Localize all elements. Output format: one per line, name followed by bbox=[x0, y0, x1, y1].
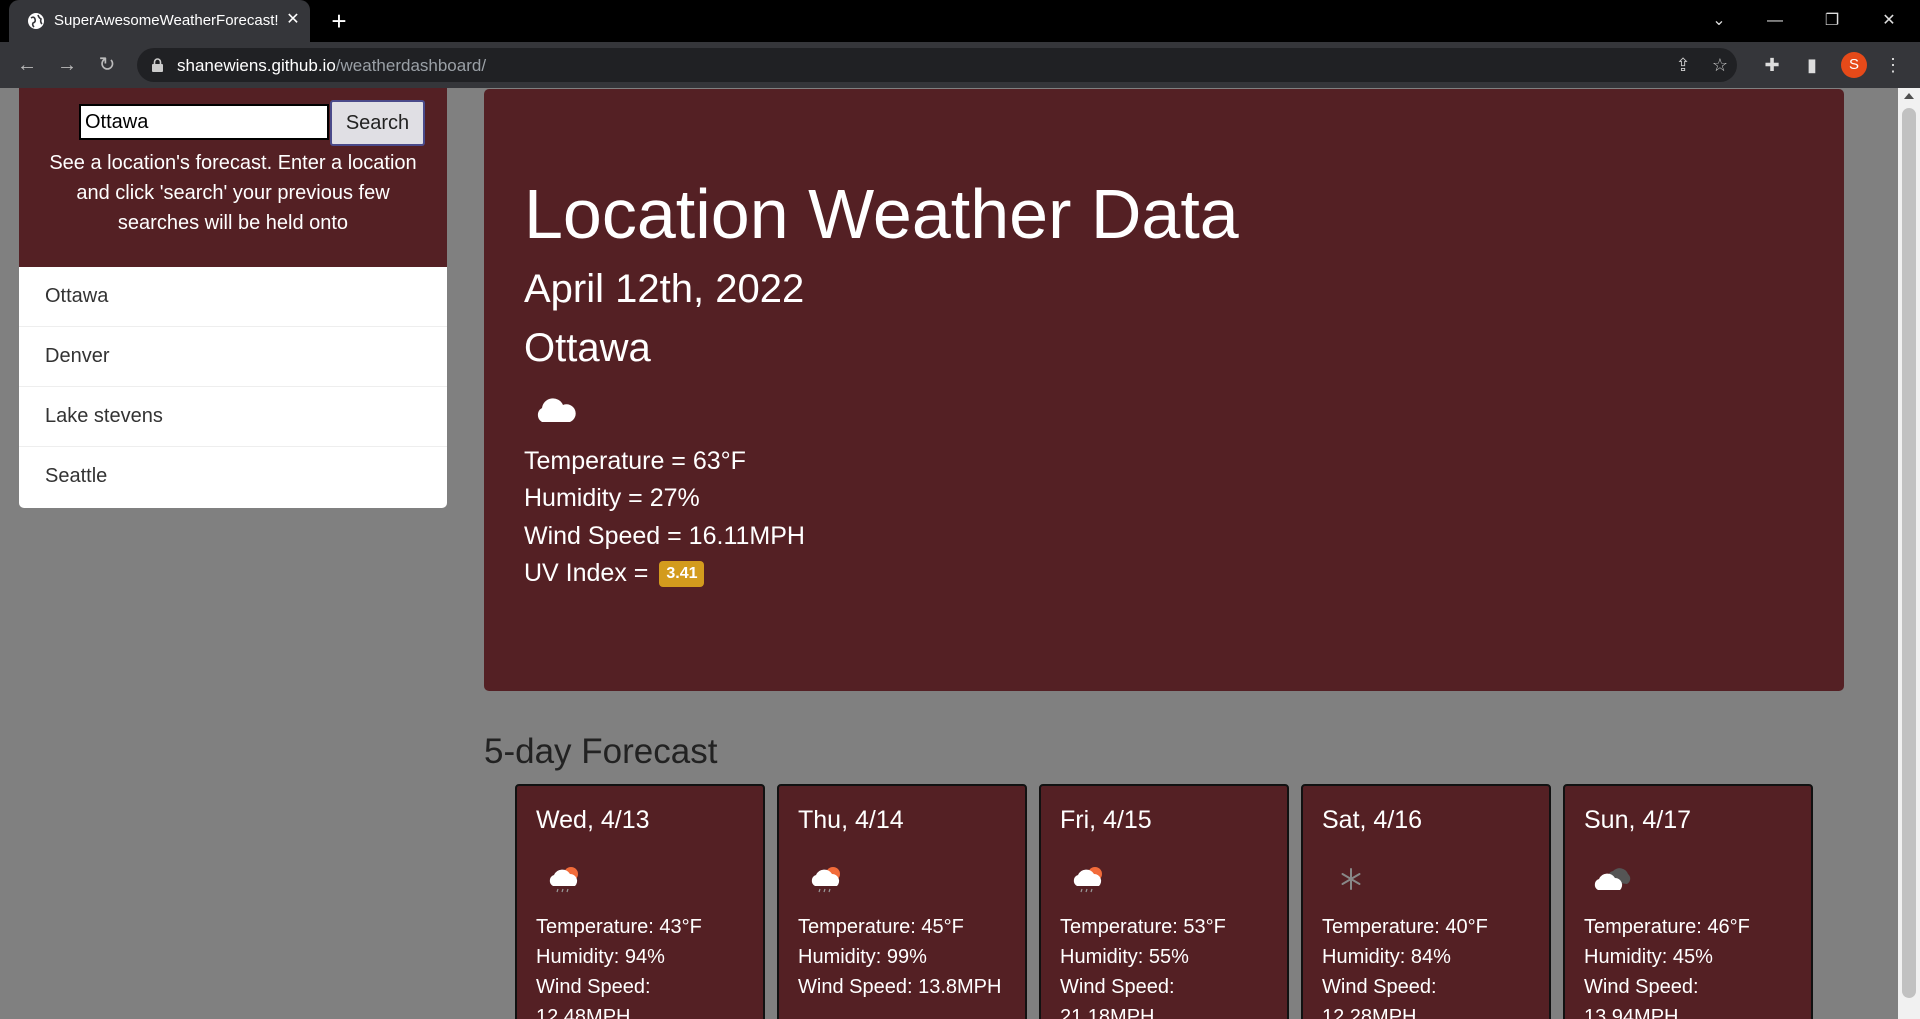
forecast-humidity: Humidity: 94% bbox=[536, 946, 665, 968]
reload-icon[interactable]: ↻ bbox=[92, 50, 122, 80]
forecast-temperature: Temperature: 46°F bbox=[1584, 916, 1750, 938]
extensions-icon[interactable]: ✚ bbox=[1759, 52, 1785, 78]
forecast-date: Sun, 4/17 bbox=[1584, 806, 1692, 834]
forecast-date: Sat, 4/16 bbox=[1322, 806, 1423, 834]
broken-clouds-icon bbox=[1594, 868, 1631, 890]
browser-tab[interactable]: SuperAwesomeWeatherForecast! ✕ bbox=[9, 0, 310, 42]
address-bar: ← → ↻ shanewiens.github.io/weatherdashbo… bbox=[0, 42, 1920, 88]
current-uv-index: UV Index = 3.41 bbox=[524, 559, 705, 588]
forecast-heading: 5-day Forecast bbox=[484, 732, 718, 771]
uv-badge: 3.41 bbox=[659, 561, 705, 587]
new-tab-button[interactable]: + bbox=[325, 7, 353, 35]
forecast-wind-label: Wind Speed: bbox=[1322, 976, 1437, 998]
close-window-button[interactable]: ✕ bbox=[1869, 4, 1909, 38]
forecast-wind-label: Wind Speed: bbox=[1060, 976, 1175, 998]
cloud-sun-rain-icon bbox=[811, 867, 840, 893]
forecast-wind-value: 12.48MPH bbox=[536, 1006, 631, 1019]
page-viewport: Search See a location's forecast. Enter … bbox=[0, 88, 1898, 1019]
forward-icon[interactable]: → bbox=[52, 50, 82, 80]
restore-button[interactable]: ❐ bbox=[1812, 4, 1852, 38]
profile-avatar[interactable]: S bbox=[1841, 52, 1867, 78]
forecast-wind-label: Wind Speed: bbox=[536, 976, 651, 998]
share-icon[interactable]: ⇪ bbox=[1672, 55, 1694, 75]
forecast-humidity: Humidity: 55% bbox=[1060, 946, 1189, 968]
forecast-temperature: Temperature: 43°F bbox=[536, 916, 702, 938]
search-input[interactable] bbox=[79, 104, 329, 140]
current-humidity: Humidity = 27% bbox=[524, 484, 700, 512]
scrollbar-thumb[interactable] bbox=[1902, 108, 1916, 998]
forecast-humidity: Humidity: 45% bbox=[1584, 946, 1713, 968]
forecast-card: Wed, 4/13 Temperature: 43°F Humidity: 94… bbox=[515, 784, 765, 1019]
cloud-sun-rain-icon bbox=[549, 867, 578, 893]
search-button[interactable]: Search bbox=[330, 100, 425, 146]
forecast-date: Fri, 4/15 bbox=[1060, 806, 1152, 834]
forecast-date: Thu, 4/14 bbox=[798, 806, 904, 834]
search-panel: Search See a location's forecast. Enter … bbox=[19, 88, 447, 267]
forecast-card: Sat, 4/16 Temperature: 40°F Humidity: 84… bbox=[1301, 784, 1551, 1019]
uv-label: UV Index = bbox=[524, 559, 649, 587]
cloud-icon bbox=[537, 398, 576, 422]
search-history-list: Ottawa Denver Lake stevens Seattle bbox=[19, 267, 447, 508]
search-help-text: See a location's forecast. Enter a locat… bbox=[49, 152, 417, 234]
forecast-temperature: Temperature: 45°F bbox=[798, 916, 964, 938]
page-title: Location Weather Data bbox=[524, 175, 1239, 253]
forecast-card: Fri, 4/15 Temperature: 53°F Humidity: 55… bbox=[1039, 784, 1289, 1019]
forecast-card: Sun, 4/17 Temperature: 46°F Humidity: 45… bbox=[1563, 784, 1813, 1019]
forecast-wind-value: 13.94MPH bbox=[1584, 1006, 1679, 1019]
current-date: April 12th, 2022 bbox=[524, 267, 805, 311]
menu-icon[interactable]: ⋮ bbox=[1880, 52, 1906, 78]
forecast-wind-value: 21.18MPH bbox=[1060, 1006, 1155, 1019]
scroll-up-arrow-icon[interactable] bbox=[1904, 93, 1914, 99]
forecast-date: Wed, 4/13 bbox=[536, 806, 650, 834]
forecast-card: Thu, 4/14 Temperature: 45°F Humidity: 99… bbox=[777, 784, 1027, 1019]
tab-title: SuperAwesomeWeatherForecast! bbox=[54, 12, 279, 29]
side-panel-icon[interactable]: ▮ bbox=[1799, 52, 1825, 78]
current-wind-speed: Wind Speed = 16.11MPH bbox=[524, 522, 805, 550]
vertical-scrollbar[interactable] bbox=[1898, 88, 1920, 1019]
bookmark-star-icon[interactable]: ☆ bbox=[1709, 55, 1731, 75]
forecast-wind-value: 12.28MPH bbox=[1322, 1006, 1417, 1019]
back-icon[interactable]: ← bbox=[12, 50, 42, 80]
forecast-wind-label: Wind Speed: 13.8MPH bbox=[798, 976, 1002, 998]
tab-search-icon[interactable]: ⌄ bbox=[1699, 4, 1739, 38]
url-bar[interactable]: shanewiens.github.io/weatherdashboard/ ⇪… bbox=[137, 48, 1737, 82]
forecast-temperature: Temperature: 40°F bbox=[1322, 916, 1488, 938]
current-temperature: Temperature = 63°F bbox=[524, 447, 746, 475]
forecast-temperature: Temperature: 53°F bbox=[1060, 916, 1226, 938]
browser-tab-bar: SuperAwesomeWeatherForecast! ✕ + ⌄ — ❐ ✕ bbox=[0, 0, 1920, 42]
forecast-humidity: Humidity: 84% bbox=[1322, 946, 1451, 968]
current-city: Ottawa bbox=[524, 326, 651, 370]
cloud-sun-rain-icon bbox=[1073, 867, 1102, 893]
close-tab-icon[interactable]: ✕ bbox=[282, 9, 304, 31]
lock-icon bbox=[152, 58, 163, 72]
history-item[interactable]: Ottawa bbox=[19, 267, 447, 327]
globe-icon bbox=[28, 13, 44, 29]
snowflake-icon bbox=[1341, 868, 1361, 890]
minimize-button[interactable]: — bbox=[1755, 4, 1795, 38]
forecast-humidity: Humidity: 99% bbox=[798, 946, 927, 968]
history-item[interactable]: Lake stevens bbox=[19, 387, 447, 447]
history-item[interactable]: Denver bbox=[19, 327, 447, 387]
url-text: shanewiens.github.io/weatherdashboard/ bbox=[177, 56, 487, 75]
current-weather-card: Location Weather Data April 12th, 2022 O… bbox=[484, 89, 1844, 691]
history-item[interactable]: Seattle bbox=[19, 447, 447, 507]
forecast-wind-label: Wind Speed: bbox=[1584, 976, 1699, 998]
